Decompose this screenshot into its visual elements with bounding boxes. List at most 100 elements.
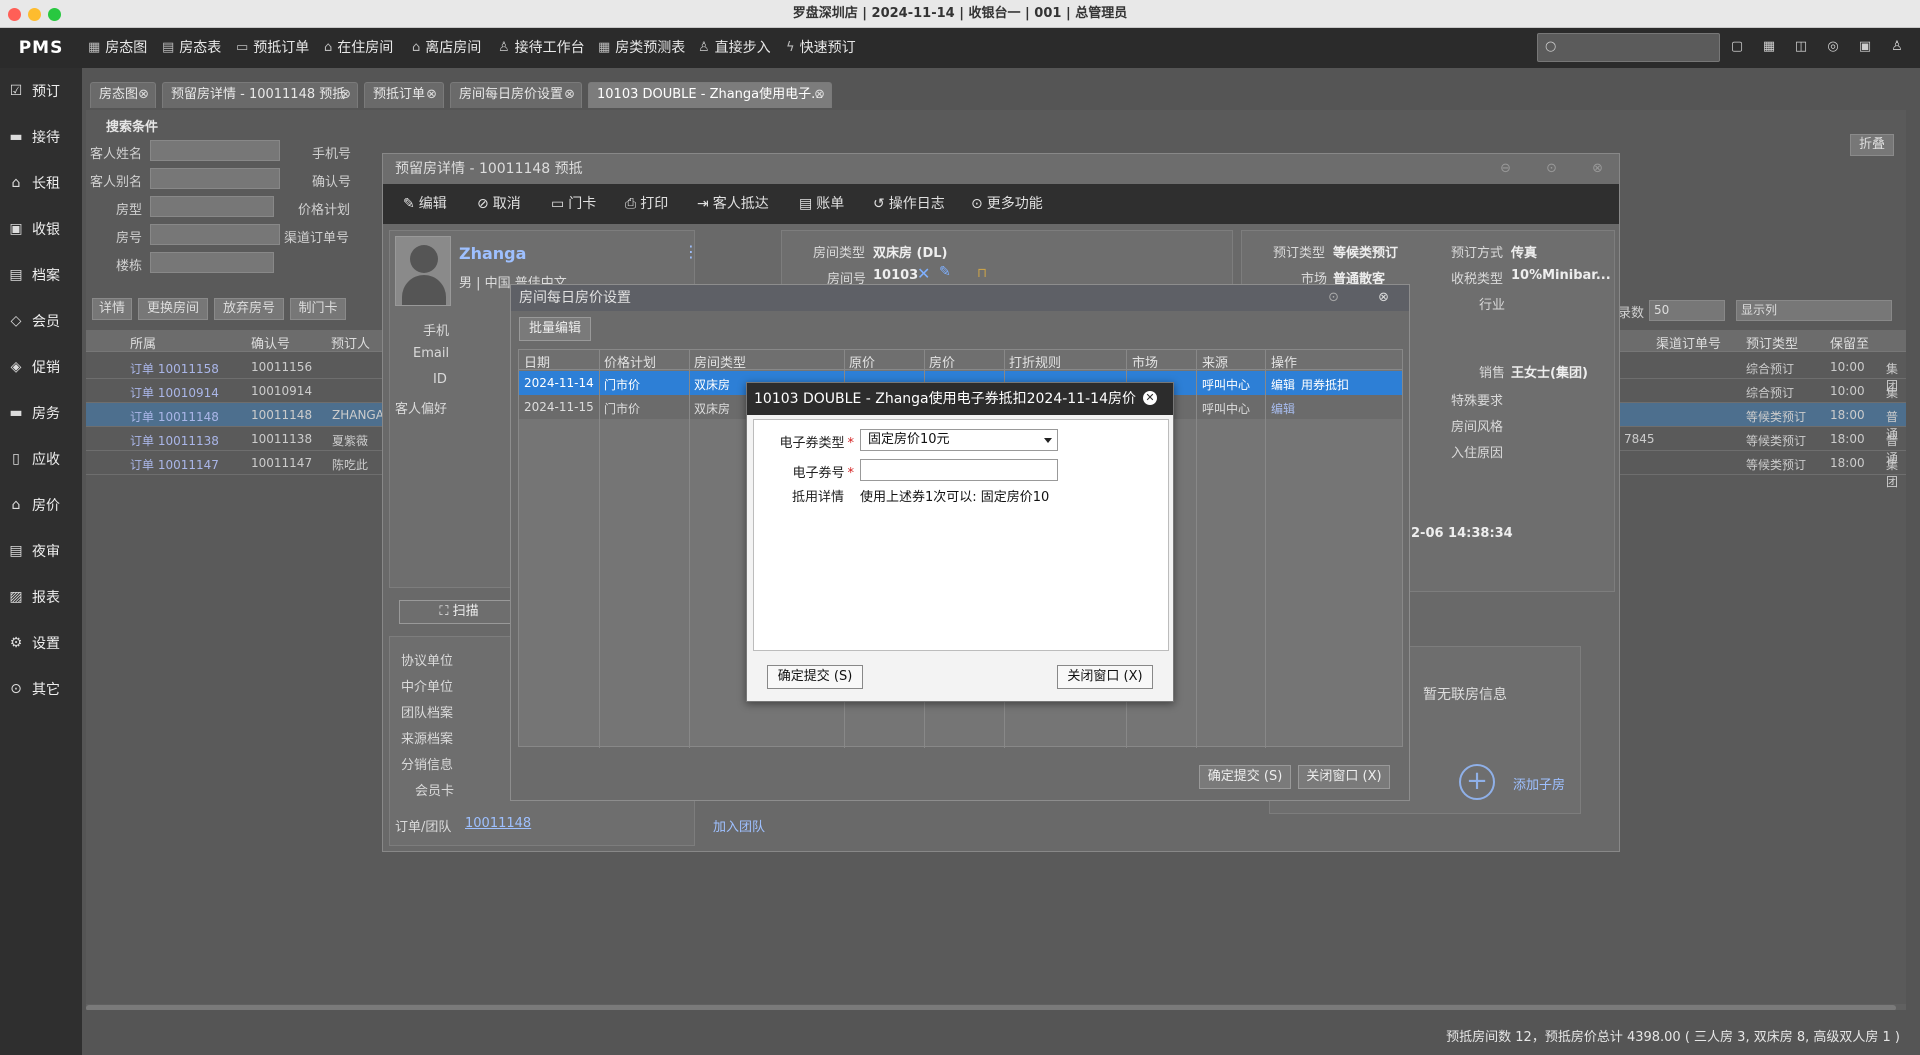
close-window-button[interactable]: 关闭窗口 (X) [1057, 665, 1153, 689]
sidebar-item-promotions[interactable]: ◈ 促销 [0, 344, 82, 390]
globe-icon[interactable]: ◎ [1824, 38, 1842, 56]
label-member-card: 会员卡 [415, 784, 455, 799]
operation-log-button[interactable]: ↺ 操作日志 [873, 184, 945, 224]
sidebar-item-rates[interactable]: ⌂ 房价 [0, 482, 82, 528]
guest-alias-input[interactable] [150, 168, 280, 189]
label-rate-plan: 价格计划 [298, 203, 351, 218]
col-date: 日期 [524, 356, 551, 371]
print-button[interactable]: ⎙ 打印 [625, 184, 668, 224]
close-window-button[interactable]: 关闭窗口 (X) [1298, 765, 1390, 789]
room-no-input[interactable] [150, 224, 280, 245]
more-functions-button[interactable]: ⊙ 更多功能 [971, 184, 1043, 224]
tab-arrivals[interactable]: 预抵订单 ⊗ [364, 82, 444, 108]
change-room-button[interactable]: 更换房间 [138, 298, 208, 320]
cancel-button[interactable]: ⊘ 取消 [477, 184, 521, 224]
message-icon[interactable]: ▢ [1728, 38, 1746, 56]
nav-departures[interactable]: ⌂ 离店房间 [412, 28, 481, 68]
close-icon[interactable]: ✕ [1143, 391, 1157, 405]
close-tab-icon[interactable]: ⊗ [138, 83, 149, 107]
restore-icon[interactable]: ⊙ [1546, 161, 1557, 176]
tab-room-map[interactable]: 房态图 ⊗ [90, 82, 156, 108]
search-title: 搜索条件 [106, 120, 159, 135]
sidebar-item-other[interactable]: ⊙ 其它 [0, 666, 82, 712]
global-search-input[interactable]: ○ [1537, 33, 1720, 62]
sidebar-item-reports[interactable]: ▨ 报表 [0, 574, 82, 620]
guest-arrival-button[interactable]: ⇥ 客人抵达 [697, 184, 769, 224]
unlock-icon[interactable]: ⊓ [977, 266, 987, 281]
sidebar-item-cashier[interactable]: ▣ 收银 [0, 206, 82, 252]
guest-name-input[interactable] [150, 140, 280, 161]
submit-button[interactable]: 确定提交 (S) [767, 665, 863, 689]
maximize-window-icon[interactable] [48, 8, 61, 21]
guest-name[interactable]: Zhanga [459, 244, 526, 263]
nav-quick-booking[interactable]: ϟ 快速预订 [786, 28, 856, 68]
sidebar-item-settings[interactable]: ⚙ 设置 [0, 620, 82, 666]
collapse-button[interactable]: 折叠 [1850, 134, 1894, 156]
room-type-select[interactable] [150, 196, 274, 217]
more-vertical-icon[interactable]: ⋮ [683, 242, 699, 261]
edit-room-icon[interactable]: ✎ [939, 264, 951, 280]
diamond-icon: ◇ [10, 313, 22, 329]
edit-button[interactable]: ✎ 编辑 [403, 184, 447, 224]
join-team-link[interactable]: 加入团队 [713, 816, 765, 835]
close-tab-icon[interactable]: ⊗ [426, 83, 437, 107]
close-icon[interactable]: ⊗ [1378, 290, 1389, 305]
coupon-type-select[interactable]: 固定房价10元 [860, 429, 1058, 451]
tab-reservation-detail[interactable]: 预留房详情 - 10011148 预抵 ⊗ [162, 82, 358, 108]
key-card-button[interactable]: ▭ 门卡 [551, 184, 596, 224]
close-tab-icon[interactable]: ⊗ [814, 83, 825, 107]
release-room-button[interactable]: 放弃房号 [214, 298, 284, 320]
nav-front-desk[interactable]: ♙ 接待工作台 [498, 28, 585, 68]
nav-forecast[interactable]: ▦ 房类预测表 [598, 28, 685, 68]
nav-room-map[interactable]: ▦ 房态图 [88, 28, 147, 68]
scan-button[interactable]: ⛶ 扫描 [399, 600, 519, 624]
nav-arrivals[interactable]: ▭ 预抵订单 [236, 28, 309, 68]
sidebar-item-profiles[interactable]: ▤ 档案 [0, 252, 82, 298]
calculator-icon[interactable]: ▦ [1760, 38, 1778, 56]
submit-button[interactable]: 确定提交 (S) [1199, 765, 1291, 789]
detail-button[interactable]: 详情 [92, 298, 132, 320]
col-price: 房价 [929, 356, 956, 371]
sidebar-item-receivables[interactable]: ▯ 应收 [0, 436, 82, 482]
nav-walk-in[interactable]: ♙ 直接步入 [698, 28, 771, 68]
edit-link[interactable]: 编辑 [1271, 400, 1295, 417]
sidebar-item-booking[interactable]: ☑ 预订 [0, 68, 82, 114]
edit-link[interactable]: 编辑 [1271, 376, 1295, 393]
minimize-window-icon[interactable] [28, 8, 41, 21]
sidebar-item-night-audit[interactable]: ▤ 夜审 [0, 528, 82, 574]
sidebar-item-reception[interactable]: ▬ 接待 [0, 114, 82, 160]
add-child-room-icon[interactable]: + [1459, 764, 1495, 800]
columns-select[interactable]: 显示列 [1736, 300, 1892, 321]
close-tab-icon[interactable]: ⊗ [340, 83, 351, 107]
close-window-icon[interactable] [8, 8, 21, 21]
lock-icon[interactable]: ▣ [1856, 38, 1874, 56]
nav-room-table[interactable]: ▤ 房态表 [162, 28, 221, 68]
nav-in-house[interactable]: ⌂ 在住房间 [324, 28, 393, 68]
edit-icon: ✎ [403, 196, 415, 212]
add-child-room-link[interactable]: 添加子房 [1513, 774, 1565, 793]
building-select[interactable] [150, 252, 274, 273]
order-team-link[interactable]: 10011148 [465, 816, 531, 831]
page-size-select[interactable]: 50 [1649, 300, 1725, 321]
sidebar-item-housekeeping[interactable]: ▬ 房务 [0, 390, 82, 436]
clear-room-icon[interactable]: ✕ [917, 264, 930, 283]
restore-icon[interactable]: ⊙ [1328, 290, 1339, 305]
user-icon[interactable]: ♙ [1888, 38, 1906, 56]
close-icon[interactable]: ⊗ [1592, 161, 1603, 176]
search-icon: ○ [1545, 39, 1557, 54]
calendar-icon: ▭ [236, 40, 249, 55]
bill-button[interactable]: ▤ 账单 [799, 184, 844, 224]
translate-icon[interactable]: ◫ [1792, 38, 1810, 56]
room-type-value: 双床房 (DL) [873, 246, 948, 261]
make-key-button[interactable]: 制门卡 [290, 298, 346, 320]
batch-edit-button[interactable]: 批量编辑 [519, 317, 591, 341]
minimize-icon[interactable]: ⊖ [1500, 161, 1511, 176]
close-tab-icon[interactable]: ⊗ [564, 83, 575, 107]
tab-daily-rate[interactable]: 房间每日房价设置 ⊗ [450, 82, 582, 108]
use-coupon-link[interactable]: 用券抵扣 [1301, 376, 1349, 393]
desk-icon: ♙ [498, 40, 510, 55]
sidebar-item-members[interactable]: ◇ 会员 [0, 298, 82, 344]
coupon-number-input[interactable] [860, 459, 1058, 481]
tab-coupon[interactable]: 10103 DOUBLE - Zhanga使用电子... ⊗ [588, 82, 832, 108]
sidebar-item-long-stay[interactable]: ⌂ 长租 [0, 160, 82, 206]
